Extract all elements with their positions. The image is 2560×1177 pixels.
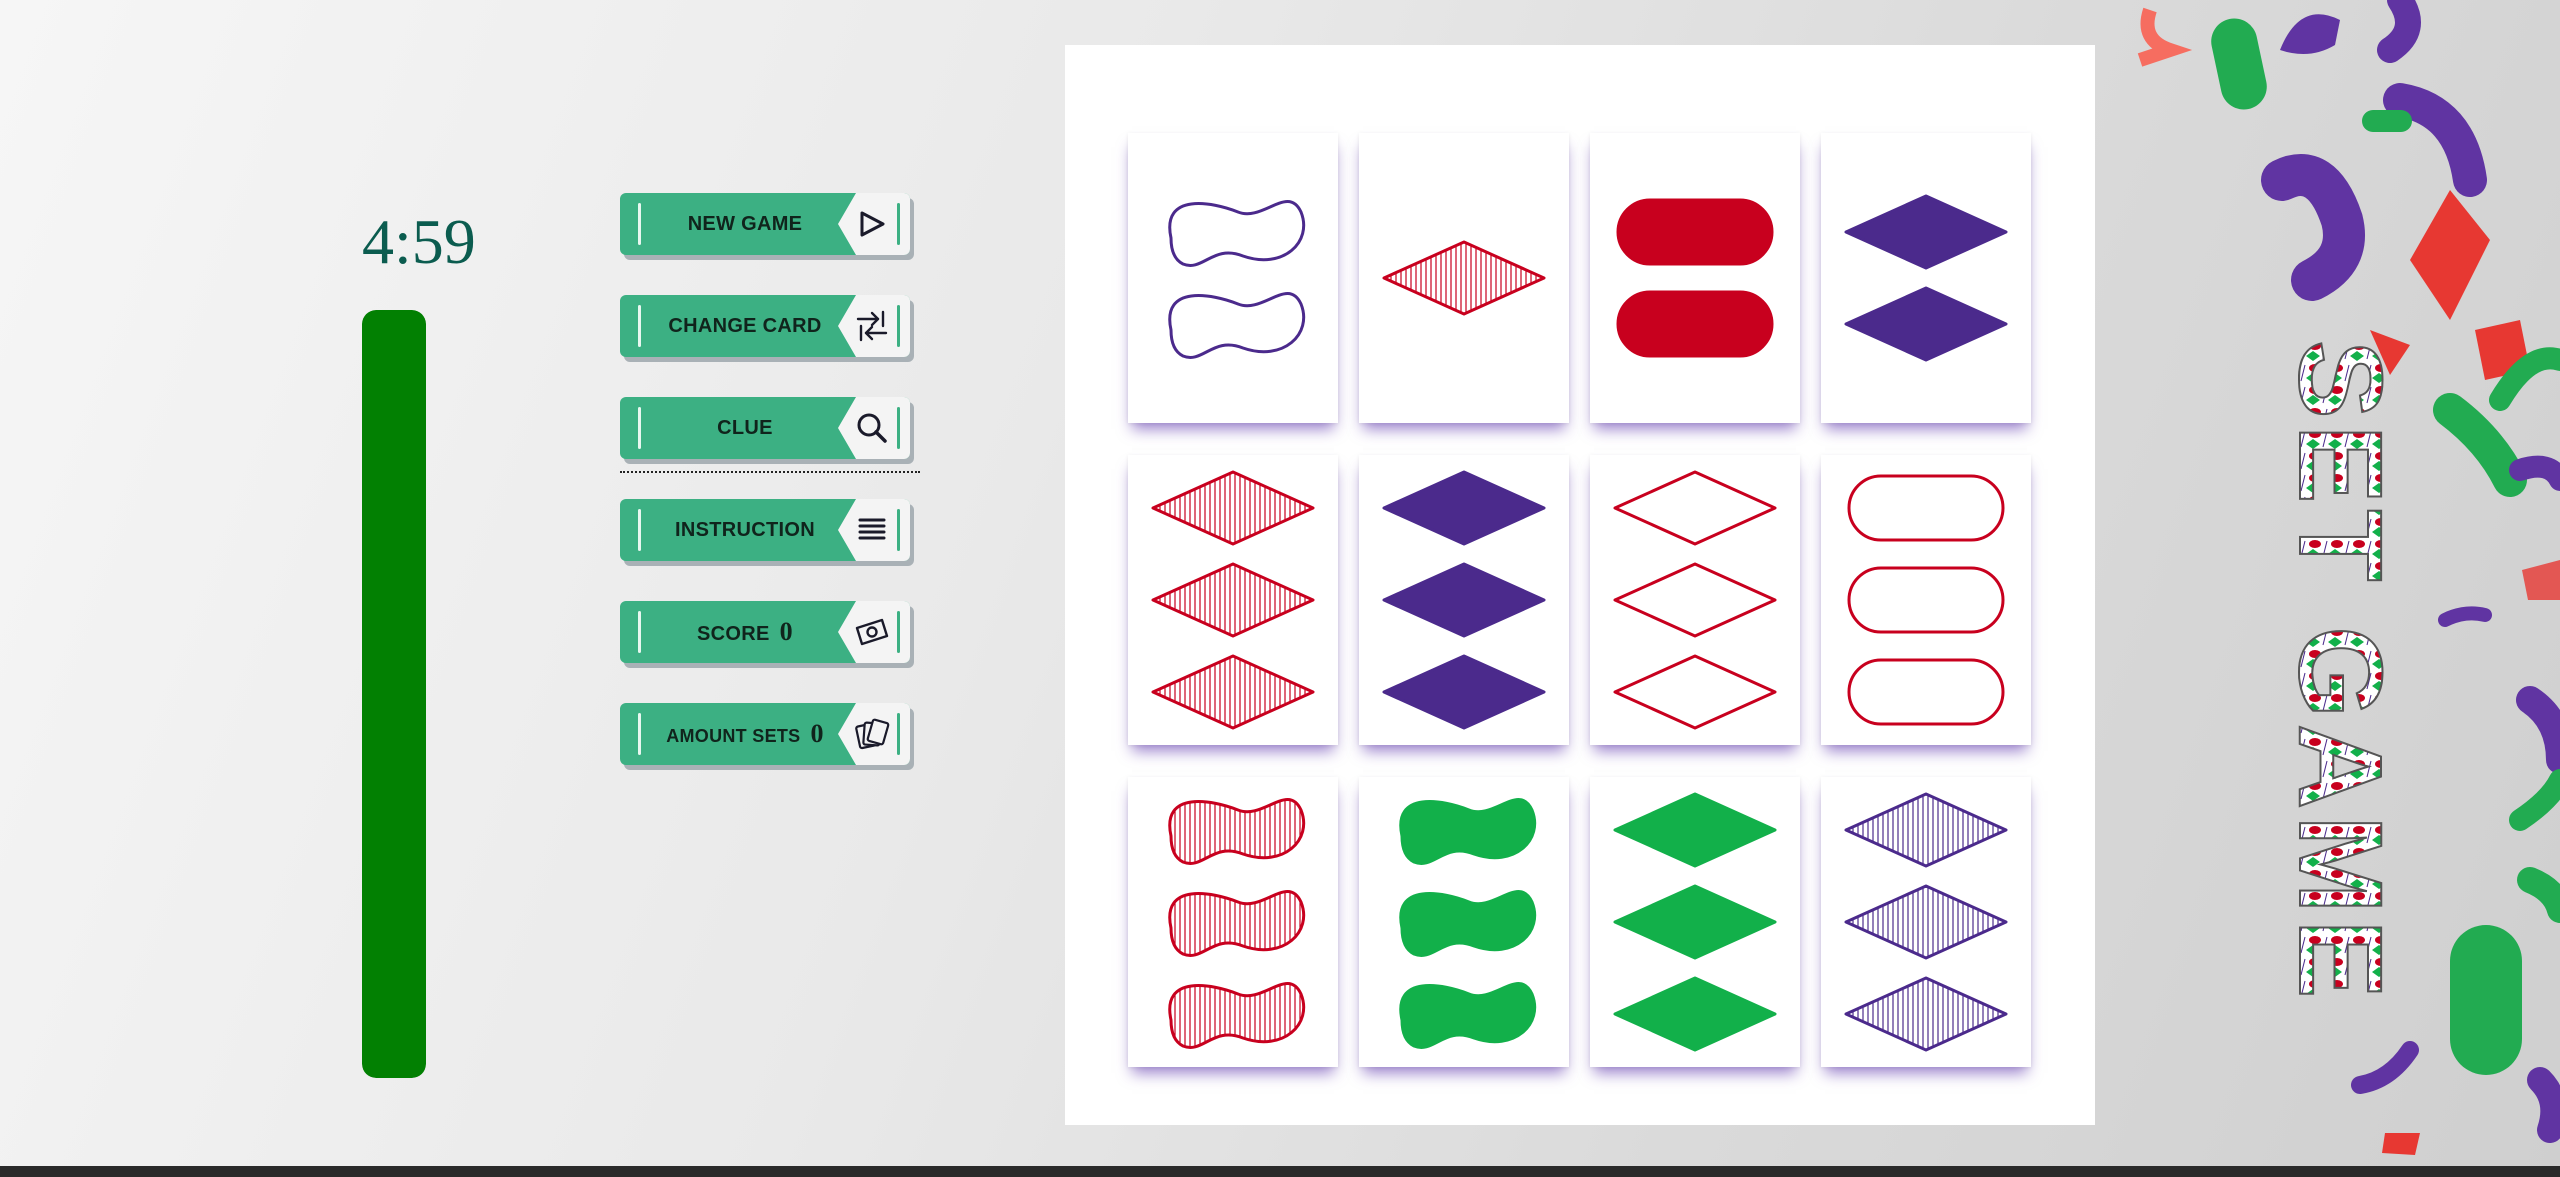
card-12[interactable] xyxy=(1821,777,2031,1067)
diamond-symbol xyxy=(1844,884,2008,960)
timer-display: 4:59 xyxy=(362,206,476,277)
new-game-button[interactable]: NEW GAME xyxy=(620,193,918,263)
diamond-symbol xyxy=(1613,792,1777,868)
play-icon xyxy=(860,211,885,237)
squiggle-symbol xyxy=(1168,292,1306,359)
money-icon xyxy=(855,618,889,646)
oval-symbol xyxy=(1847,566,2005,634)
score-button[interactable]: SCORE 0 xyxy=(620,601,918,671)
card-10[interactable] xyxy=(1359,777,1569,1067)
oval-symbol xyxy=(1616,198,1774,266)
diamond-symbol xyxy=(1613,884,1777,960)
card-6[interactable] xyxy=(1359,455,1569,745)
oval-symbol xyxy=(1847,474,2005,542)
squiggle-symbol xyxy=(1168,982,1306,1049)
squiggle-symbol xyxy=(1399,798,1537,865)
diamond-symbol xyxy=(1382,470,1546,546)
search-icon xyxy=(857,413,887,443)
amount-sets-display: AMOUNT SETS 0 xyxy=(650,703,840,765)
clue-button[interactable]: CLUE xyxy=(620,397,920,473)
card-7[interactable] xyxy=(1590,455,1800,745)
score-value: 0 xyxy=(779,617,793,646)
diamond-symbol xyxy=(1151,562,1315,638)
diamond-symbol xyxy=(1151,654,1315,730)
diamond-symbol xyxy=(1382,654,1546,730)
card-4[interactable] xyxy=(1821,133,2031,423)
new-game-label: NEW GAME xyxy=(687,213,803,235)
card-board xyxy=(1065,45,2095,1125)
diamond-symbol xyxy=(1613,470,1777,546)
diamond-symbol xyxy=(1844,792,2008,868)
card-3[interactable] xyxy=(1590,133,1800,423)
diamond-symbol xyxy=(1844,286,2008,362)
set-game-logo: SET GAME xyxy=(2274,340,2406,1004)
card-2[interactable] xyxy=(1359,133,1569,423)
oval-symbol xyxy=(1616,290,1774,358)
instruction-button[interactable]: INSTRUCTION xyxy=(620,499,918,569)
oval-symbol xyxy=(1847,658,2005,726)
card-11[interactable] xyxy=(1590,777,1800,1067)
swap-arrows-icon xyxy=(856,310,888,342)
bottom-bar xyxy=(0,1166,2560,1177)
diamond-symbol xyxy=(1844,194,2008,270)
timer-bar xyxy=(362,310,426,1078)
card-9[interactable] xyxy=(1128,777,1338,1067)
squiggle-symbol xyxy=(1168,798,1306,865)
amount-sets-button[interactable]: AMOUNT SETS 0 xyxy=(620,703,918,773)
amount-sets-value: 0 xyxy=(810,719,824,748)
diamond-symbol xyxy=(1382,240,1546,316)
card-8[interactable] xyxy=(1821,455,2031,745)
list-icon xyxy=(858,518,886,540)
cards-icon xyxy=(855,718,890,750)
card-5[interactable] xyxy=(1128,455,1338,745)
score-label: SCORE xyxy=(697,623,770,645)
diamond-symbol xyxy=(1613,976,1777,1052)
score-display: SCORE 0 xyxy=(650,601,840,663)
card-1[interactable] xyxy=(1128,133,1338,423)
diamond-symbol xyxy=(1613,562,1777,638)
diamond-symbol xyxy=(1613,654,1777,730)
squiggle-symbol xyxy=(1168,200,1306,267)
squiggle-symbol xyxy=(1399,890,1537,957)
timer-bar-fill xyxy=(362,310,426,1078)
change-card-label: CHANGE CARD xyxy=(668,315,822,337)
squiggle-symbol xyxy=(1399,982,1537,1049)
diamond-symbol xyxy=(1151,470,1315,546)
confetti-decoration: SET GAME xyxy=(2137,0,2560,1155)
clue-underline xyxy=(620,471,920,473)
squiggle-symbol xyxy=(1168,890,1306,957)
diamond-symbol xyxy=(1844,976,2008,1052)
clue-label: CLUE xyxy=(717,417,773,439)
amount-sets-label: AMOUNT SETS xyxy=(666,726,801,746)
diamond-symbol xyxy=(1382,562,1546,638)
change-card-button[interactable]: CHANGE CARD xyxy=(620,295,918,365)
instruction-label: INSTRUCTION xyxy=(675,519,815,541)
